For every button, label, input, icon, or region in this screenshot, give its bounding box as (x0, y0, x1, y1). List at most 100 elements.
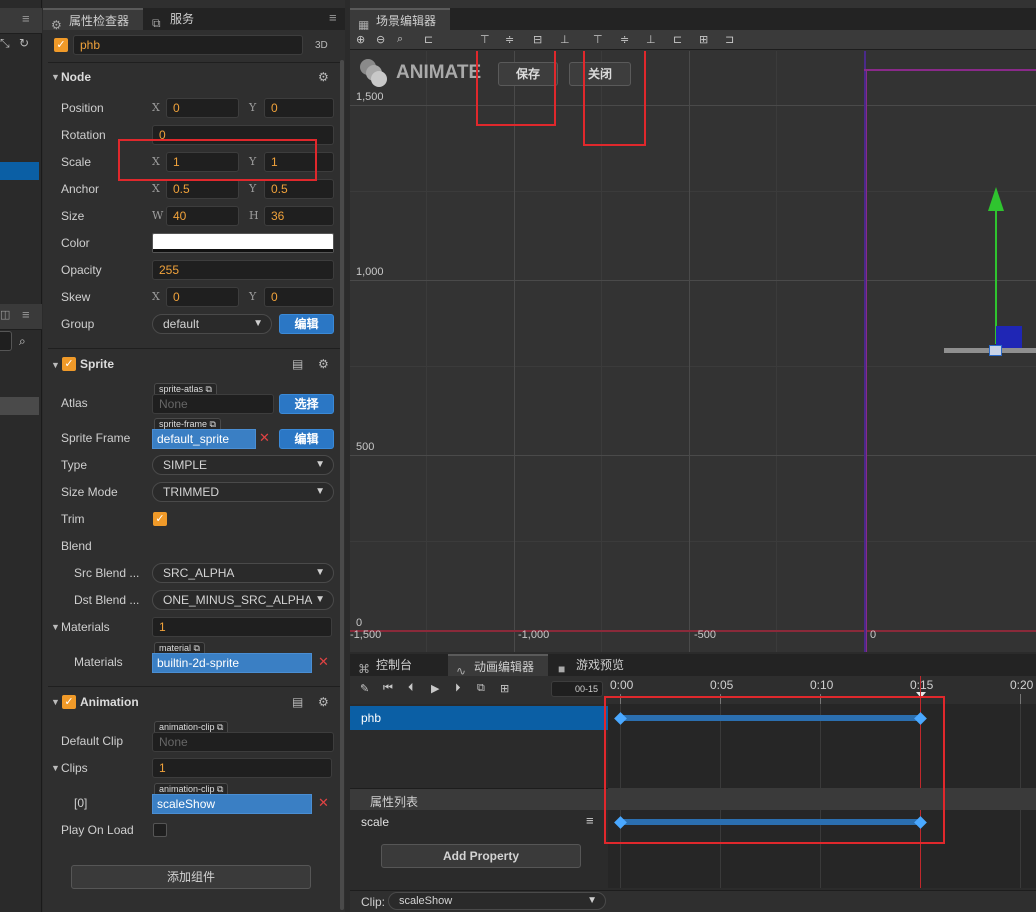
anchor-y-input[interactable]: 0.5 (264, 179, 334, 199)
3d-toggle[interactable]: 3D (315, 40, 328, 51)
clear-icon[interactable]: ✕ (318, 795, 329, 811)
refresh-icon[interactable]: ↻ (19, 36, 29, 50)
align-top-icon[interactable]: ⊤ (480, 33, 490, 46)
gizmo-y-axis[interactable] (995, 206, 997, 344)
gizmo-y-arrow-icon[interactable] (988, 187, 1004, 211)
distribute-left-icon[interactable]: ⊏ (673, 33, 682, 46)
distribute-bottom-icon[interactable]: ⊥ (646, 33, 656, 46)
selected-node-sprite[interactable] (989, 345, 1002, 356)
menu-icon[interactable]: ≡ (22, 11, 30, 26)
tab-game-preview[interactable]: ■ 游戏预览 (550, 654, 648, 676)
property-menu-icon[interactable]: ≡ (586, 813, 594, 828)
position-x-input[interactable]: 0 (166, 98, 239, 118)
add-icon[interactable]: ⊞ (500, 682, 509, 695)
play-icon[interactable]: ▶ (431, 682, 439, 695)
scene-viewport[interactable]: 1,500 1,000 500 0 -1,500 -1,000 -500 0 A… (350, 51, 1036, 652)
type-select[interactable]: SIMPLE ▼ (152, 455, 334, 475)
settings-icon[interactable]: ⚙ (318, 357, 329, 371)
selected-node-row[interactable] (0, 162, 39, 180)
distribute-top-icon[interactable]: ⊤ (593, 33, 603, 46)
book-icon[interactable]: ▤ (292, 357, 303, 371)
default-clip-input[interactable]: None (152, 732, 334, 752)
atlas-input[interactable]: None (152, 394, 274, 414)
sprite-collapse-icon[interactable]: ▼ (51, 360, 60, 370)
clip0-input[interactable]: scaleShow (152, 794, 312, 814)
node-collapse-icon[interactable]: ▼ (51, 72, 60, 82)
zoom-in-icon[interactable]: ⊕ (356, 33, 365, 46)
distribute-right-icon[interactable]: ⊐ (725, 33, 734, 46)
highlight-scale (118, 139, 317, 181)
size-h-input[interactable]: 36 (264, 206, 334, 226)
book-icon[interactable]: ▤ (292, 695, 303, 709)
dst-blend-select[interactable]: ONE_MINUS_SRC_ALPHA ▼ (152, 590, 334, 610)
size-mode-select[interactable]: TRIMMED ▼ (152, 482, 334, 502)
add-property-button[interactable]: Add Property (381, 844, 581, 868)
animation-collapse-icon[interactable]: ▼ (51, 697, 60, 707)
distribute-center-icon[interactable]: ⊞ (699, 33, 708, 46)
zoom-out-icon[interactable]: ⊖ (376, 33, 385, 46)
lock-icon[interactable]: ◫ (0, 308, 10, 321)
materials-item-input[interactable]: builtin-2d-sprite (152, 653, 312, 673)
settings-icon[interactable]: ⚙ (318, 70, 329, 84)
group-edit-button[interactable]: 编辑 (279, 314, 334, 334)
clip-select[interactable]: scaleShow ▼ (388, 892, 606, 910)
inspector-scrollbar[interactable] (340, 60, 344, 910)
skew-x-input[interactable]: 0 (166, 287, 239, 307)
color-label: Color (61, 236, 90, 250)
menu-icon[interactable]: ≡ (22, 307, 30, 322)
group-select[interactable]: default ▼ (152, 314, 272, 334)
collapse-icon[interactable]: ⤡ (0, 36, 10, 51)
sprite-frame-edit-button[interactable]: 编辑 (279, 429, 334, 449)
align-bottom-icon[interactable]: ⊥ (560, 33, 570, 46)
distribute-middle-icon[interactable]: ≑ (620, 33, 629, 46)
align-center-icon[interactable]: ⊟ (533, 33, 542, 46)
prev-frame-icon[interactable]: ⏴ (408, 682, 414, 695)
next-frame-icon[interactable]: ⏵ (455, 682, 461, 695)
assets-search-input[interactable] (0, 331, 12, 351)
sprite-enabled-checkbox[interactable]: ✓ (62, 357, 76, 371)
animation-enabled-checkbox[interactable]: ✓ (62, 695, 76, 709)
align-left-icon[interactable]: ⊏ (424, 33, 433, 46)
search-icon[interactable]: ⌕ (19, 334, 26, 349)
color-swatch[interactable] (152, 233, 334, 253)
clear-icon[interactable]: ✕ (259, 430, 270, 446)
tab-scene-editor[interactable]: ▦ 场景编辑器 (350, 8, 450, 32)
materials-collapse-icon[interactable]: ▼ (51, 622, 60, 632)
align-middle-icon[interactable]: ≑ (505, 33, 514, 46)
skew-y-input[interactable]: 0 (264, 287, 334, 307)
position-y-input[interactable]: 0 (264, 98, 334, 118)
tab-inspector[interactable]: ⚙ 属性检查器 (43, 8, 143, 32)
node-name-input[interactable]: phb (73, 35, 303, 55)
anchor-label: Anchor (61, 182, 100, 196)
edit-icon[interactable]: ✎ (360, 682, 369, 695)
menu-icon[interactable]: ≡ (329, 10, 337, 25)
tab-console[interactable]: ⌘ 控制台 (350, 654, 446, 676)
trim-checkbox[interactable]: ✓ (153, 512, 167, 526)
clips-count-input[interactable]: 1 (152, 758, 332, 778)
opacity-input[interactable]: 255 (152, 260, 334, 280)
sprite-frame-input[interactable]: default_sprite (152, 429, 256, 449)
zoom-reset-icon[interactable]: ⌕ (397, 33, 403, 46)
clear-icon[interactable]: ✕ (318, 654, 329, 670)
src-blend-select[interactable]: SRC_ALPHA ▼ (152, 563, 334, 583)
selected-asset-row[interactable] (0, 397, 39, 415)
tab-service[interactable]: ⧉ 服务 (144, 8, 234, 30)
blend-label: Blend (61, 539, 92, 553)
tab-animation-editor[interactable]: ∿ 动画编辑器 (448, 654, 548, 678)
add-event-icon[interactable]: ⧉ (477, 682, 485, 695)
add-component-button[interactable]: 添加组件 (71, 865, 311, 889)
src-blend-value: SRC_ALPHA (163, 566, 235, 580)
settings-icon[interactable]: ⚙ (318, 695, 329, 709)
src-blend-label: Src Blend ... (74, 566, 140, 580)
frame-input[interactable]: 00-15 (551, 681, 603, 697)
play-on-load-checkbox[interactable] (153, 823, 167, 837)
node-active-checkbox[interactable]: ✓ (54, 38, 68, 52)
materials-count-input[interactable]: 1 (152, 617, 332, 637)
atlas-select-button[interactable]: 选择 (279, 394, 334, 414)
first-frame-icon[interactable]: ⏮ (383, 682, 393, 695)
clips-collapse-icon[interactable]: ▼ (51, 763, 60, 773)
assets-header: ◫ ≡ (0, 304, 42, 330)
node-row[interactable]: phb (350, 706, 608, 730)
size-w-input[interactable]: 40 (166, 206, 239, 226)
anchor-x-input[interactable]: 0.5 (166, 179, 239, 199)
